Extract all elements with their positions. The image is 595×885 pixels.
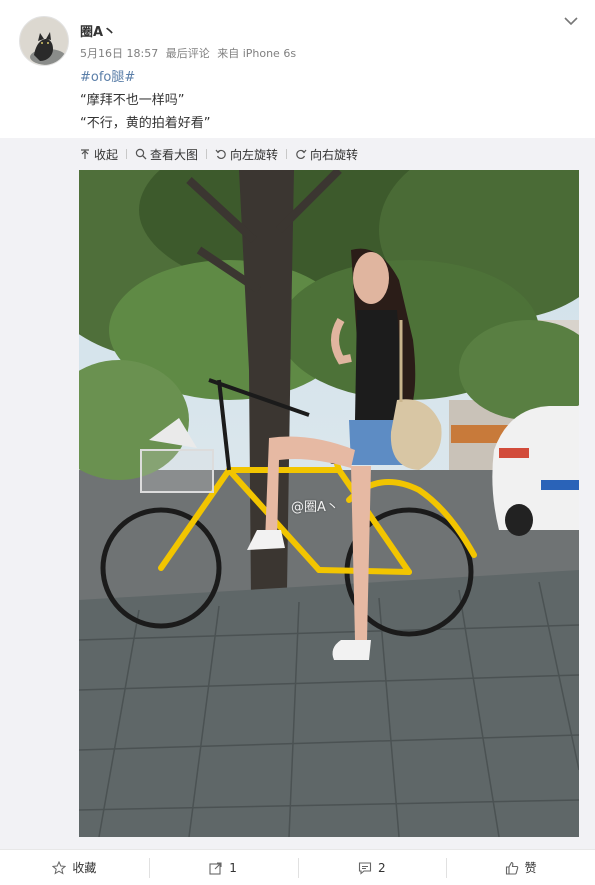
view-large-button[interactable]: 查看大图: [135, 146, 198, 163]
favorite-button[interactable]: 收藏: [0, 850, 149, 885]
collapse-button[interactable]: 收起: [79, 146, 118, 163]
post-photo[interactable]: @圈A丶: [79, 170, 579, 837]
view-large-label: 查看大图: [150, 147, 199, 162]
hashtag-link[interactable]: #ofo腿#: [80, 66, 135, 85]
favorite-label: 收藏: [72, 861, 97, 875]
like-button[interactable]: 赞: [446, 850, 595, 885]
thumbs-up-icon: [505, 861, 518, 875]
collapse-label: 收起: [94, 147, 119, 162]
rotate-right-button[interactable]: 向右旋转: [295, 146, 358, 163]
search-icon: [135, 148, 147, 160]
rotate-right-label: 向右旋转: [310, 147, 359, 162]
action-bar: 收藏 1 2 赞: [0, 849, 595, 885]
username[interactable]: 圈A丶: [80, 21, 116, 40]
last-comment-label: 最后评论: [165, 47, 210, 60]
post-text-line-2: “不行，黄的拍着好看”: [80, 116, 211, 131]
media-area: 收起 查看大图 向左旋转 向右旋转 @圈A丶: [0, 138, 595, 849]
chevron-down-icon[interactable]: [563, 14, 579, 28]
repost-count: 1: [229, 860, 237, 875]
comment-count: 2: [378, 860, 386, 875]
toolbar-divider: [206, 149, 208, 159]
rotate-right-icon: [296, 149, 307, 160]
toolbar-divider: [126, 149, 128, 159]
image-toolbar: 收起 查看大图 向左旋转 向右旋转: [79, 145, 358, 163]
avatar[interactable]: [19, 16, 69, 66]
photo-watermark: @圈A丶: [291, 500, 339, 515]
toolbar-divider: [286, 149, 288, 159]
share-icon: [209, 861, 222, 875]
collapse-icon: [81, 149, 89, 159]
cat-avatar-icon: [20, 17, 68, 65]
rotate-left-button[interactable]: 向左旋转: [215, 146, 278, 163]
repost-button[interactable]: 1: [148, 850, 298, 885]
post-date[interactable]: 5月16日 18:57: [80, 47, 158, 60]
post-source: 来自 iPhone 6s: [217, 47, 297, 60]
comment-button[interactable]: 2: [297, 850, 447, 885]
star-icon: [52, 860, 67, 875]
like-label: 赞: [524, 861, 537, 875]
post-meta: 5月16日 18:57 最后评论 来自 iPhone 6s: [80, 45, 300, 61]
post-text-line-1: “摩拜不也一样吗”: [80, 93, 185, 108]
rotate-left-icon: [215, 149, 226, 160]
comment-icon: [358, 861, 372, 875]
rotate-left-label: 向左旋转: [230, 147, 279, 162]
post-header: 圈A丶 5月16日 18:57 最后评论 来自 iPhone 6s #ofo腿#…: [0, 0, 595, 140]
